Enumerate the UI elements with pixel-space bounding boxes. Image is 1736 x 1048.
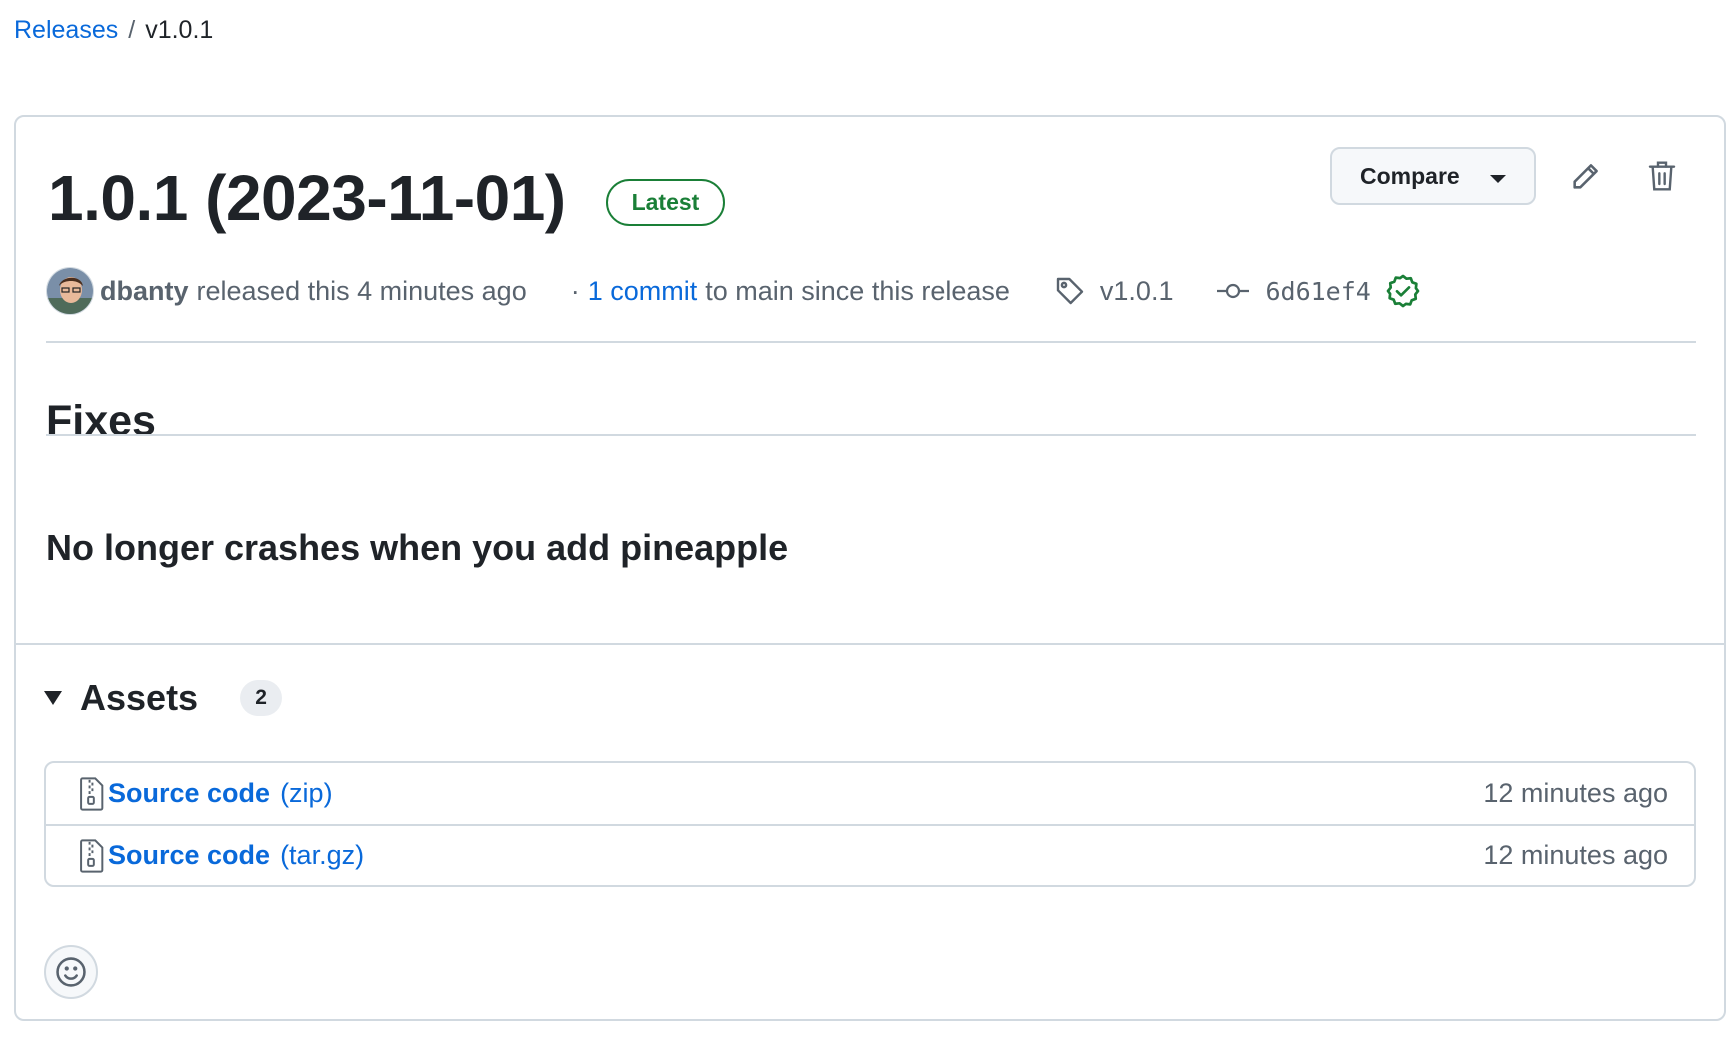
asset-list: Source code (zip) 12 minutes ago Source …: [44, 761, 1696, 887]
chevron-down-icon: [1490, 175, 1506, 183]
author-link[interactable]: dbanty: [100, 276, 189, 307]
tag-icon: [1056, 277, 1084, 305]
release-actions: Compare: [1330, 147, 1688, 205]
asset-name: Source code: [108, 840, 271, 870]
asset-row: Source code (tar.gz) 12 minutes ago: [46, 824, 1694, 885]
asset-name: Source code: [108, 778, 271, 808]
compare-button-label: Compare: [1360, 162, 1460, 189]
breadcrumb: Releases / v1.0.1: [14, 16, 213, 45]
asset-row: Source code (zip) 12 minutes ago: [46, 763, 1694, 824]
notes-item: No longer crashes when you add pineapple: [46, 527, 789, 568]
smiley-icon: [56, 957, 86, 987]
tag-label: v1.0.1: [1099, 275, 1174, 306]
heading-divider: [46, 434, 1696, 436]
commit-suffix-text: to main since this release: [705, 275, 1010, 306]
triangle-down-icon: [44, 691, 62, 705]
meta-divider: [46, 341, 1696, 343]
commit-sha-link[interactable]: 6d61ef4: [1215, 273, 1420, 309]
tag-link[interactable]: v1.0.1: [1054, 275, 1174, 307]
release-title-row: 1.0.1 (2023-11-01) Latest: [48, 161, 726, 235]
file-zip-icon: [80, 838, 104, 873]
asset-ext: (tar.gz): [280, 840, 365, 870]
add-reaction-button[interactable]: [44, 945, 98, 999]
compare-button[interactable]: Compare: [1330, 147, 1536, 205]
avatar[interactable]: [46, 267, 94, 315]
meta-dot: ·: [570, 275, 580, 306]
assets-divider: [16, 643, 1724, 645]
commit-sha: 6d61ef4: [1265, 276, 1371, 306]
asset-time: 12 minutes ago: [1483, 840, 1668, 870]
assets-title: Assets: [80, 677, 199, 718]
file-zip-icon: [80, 776, 104, 811]
verified-check-icon[interactable]: [1385, 273, 1421, 309]
released-text: released this 4 minutes ago: [196, 275, 527, 306]
release-title: 1.0.1 (2023-11-01): [48, 162, 566, 234]
commits-since-link[interactable]: 1 commit: [588, 276, 698, 307]
asset-link-targz[interactable]: Source code (tar.gz): [76, 838, 365, 873]
asset-time: 12 minutes ago: [1483, 778, 1668, 808]
assets-count-badge: 2: [240, 680, 283, 716]
git-commit-icon: [1217, 283, 1250, 299]
assets-toggle[interactable]: Assets 2: [44, 677, 283, 719]
breadcrumb-releases-link[interactable]: Releases: [14, 16, 118, 45]
asset-link-zip[interactable]: Source code (zip): [76, 776, 333, 811]
release-meta: dbanty released this 4 minutes ago · 1 c…: [46, 267, 1421, 315]
notes-heading: Fixes: [46, 397, 156, 445]
asset-ext: (zip): [280, 778, 333, 808]
pencil-icon[interactable]: [1560, 150, 1612, 202]
breadcrumb-separator: /: [128, 16, 136, 44]
trash-icon[interactable]: [1636, 150, 1688, 202]
latest-badge: Latest: [605, 178, 726, 226]
breadcrumb-current: v1.0.1: [145, 16, 214, 44]
release-card: 1.0.1 (2023-11-01) Latest Compare dbanty…: [14, 115, 1726, 1021]
